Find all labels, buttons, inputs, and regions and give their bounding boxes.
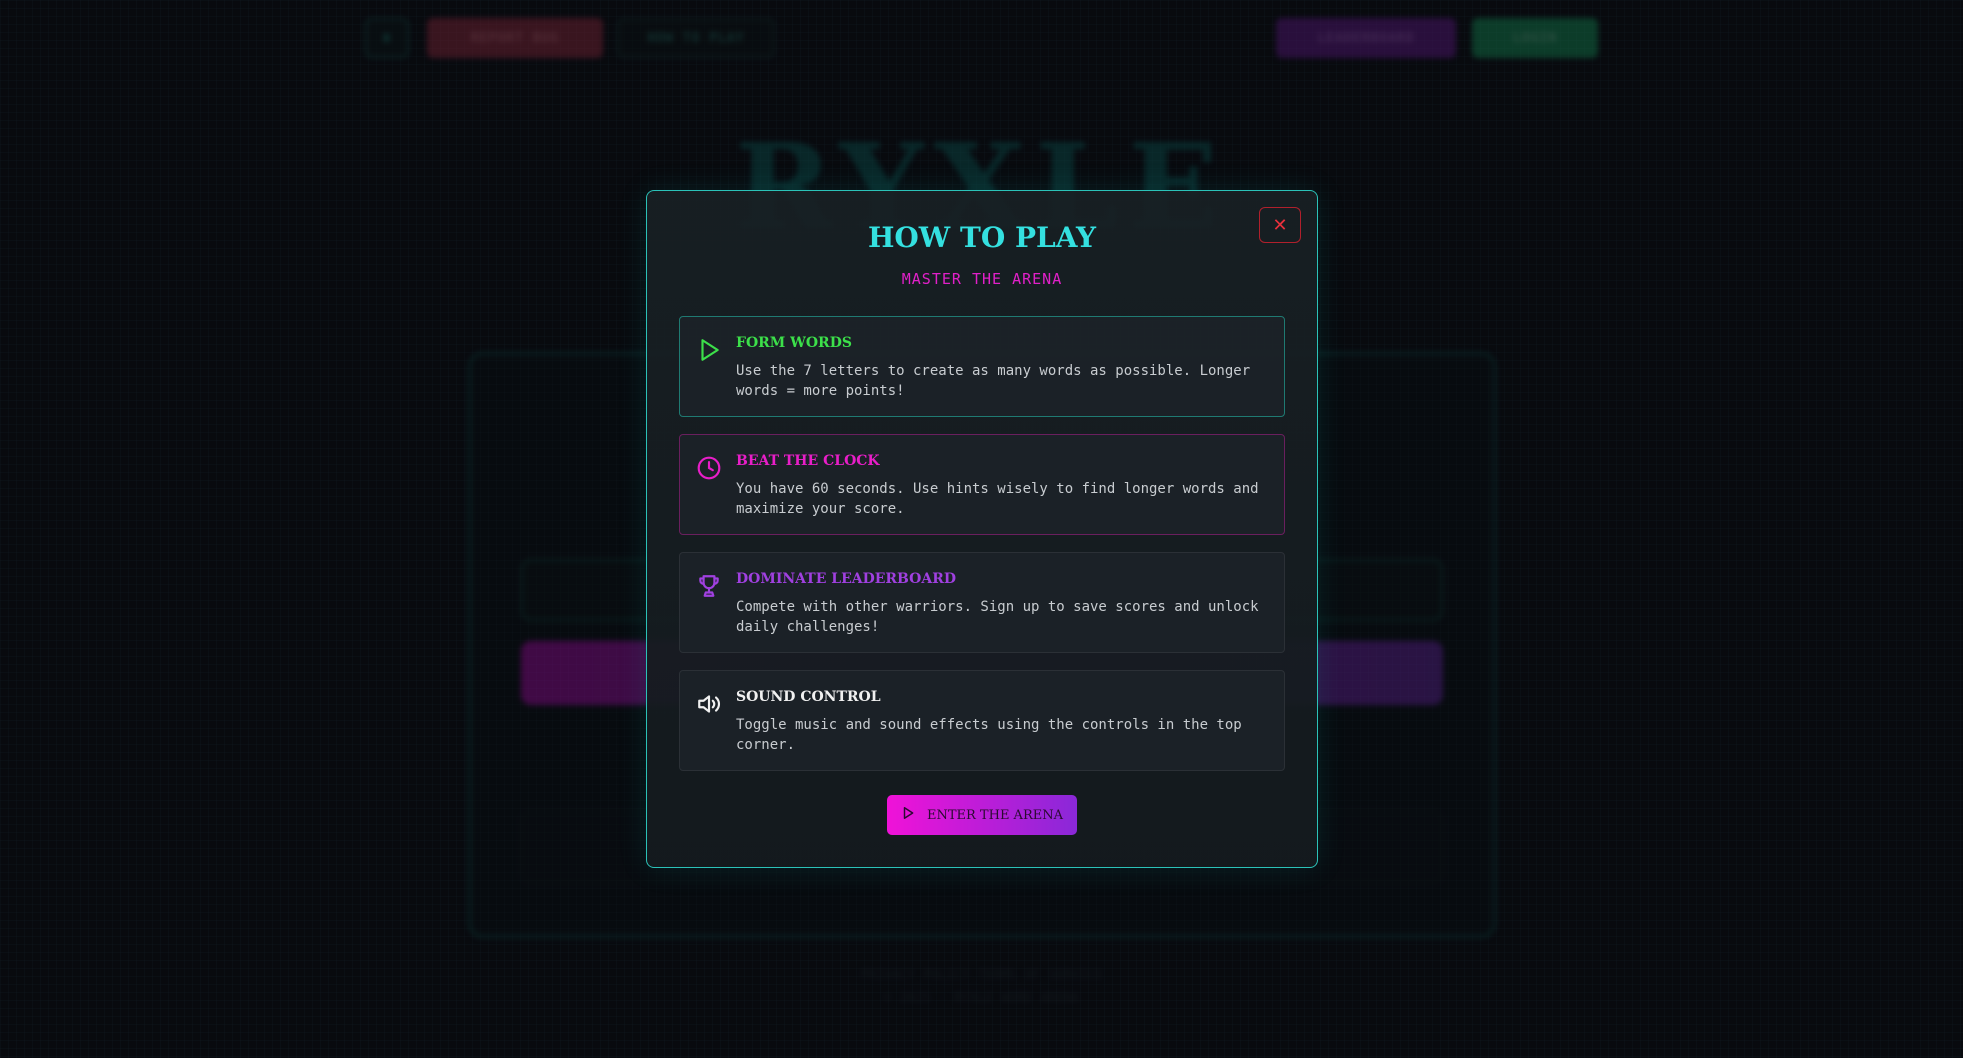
how-to-play-modal: ✕ HOW TO PLAY MASTER THE ARENA FORM WORD… — [646, 190, 1318, 868]
speaker-icon — [696, 691, 722, 717]
rule-text: Use the 7 letters to create as many word… — [736, 363, 1251, 399]
play-icon — [901, 806, 915, 824]
rule-card-dominate-leaderboard: DOMINATE LEADERBOARD Compete with other … — [679, 552, 1285, 653]
play-icon — [696, 337, 722, 363]
trophy-icon — [696, 573, 722, 599]
modal-title: HOW TO PLAY — [867, 221, 1097, 254]
enter-arena-button[interactable]: ENTER THE ARENA — [887, 795, 1077, 835]
rule-title: BEAT THE CLOCK — [736, 453, 880, 469]
modal-subtitle: MASTER THE ARENA — [901, 270, 1063, 288]
rule-text: Toggle music and sound effects using the… — [736, 717, 1242, 753]
rule-text: You have 60 seconds. Use hints wisely to… — [736, 481, 1259, 517]
rule-title: FORM WORDS — [736, 335, 852, 351]
clock-icon — [696, 455, 722, 481]
rule-card-beat-the-clock: BEAT THE CLOCK You have 60 seconds. Use … — [679, 434, 1285, 535]
rule-text: Compete with other warriors. Sign up to … — [736, 599, 1259, 635]
rule-card-sound-control: SOUND CONTROL Toggle music and sound eff… — [679, 670, 1285, 771]
rule-title: DOMINATE LEADERBOARD — [736, 571, 956, 587]
rule-card-form-words: FORM WORDS Use the 7 letters to create a… — [679, 316, 1285, 417]
rule-title: SOUND CONTROL — [736, 689, 881, 705]
enter-arena-label: ENTER THE ARENA — [926, 807, 1063, 823]
